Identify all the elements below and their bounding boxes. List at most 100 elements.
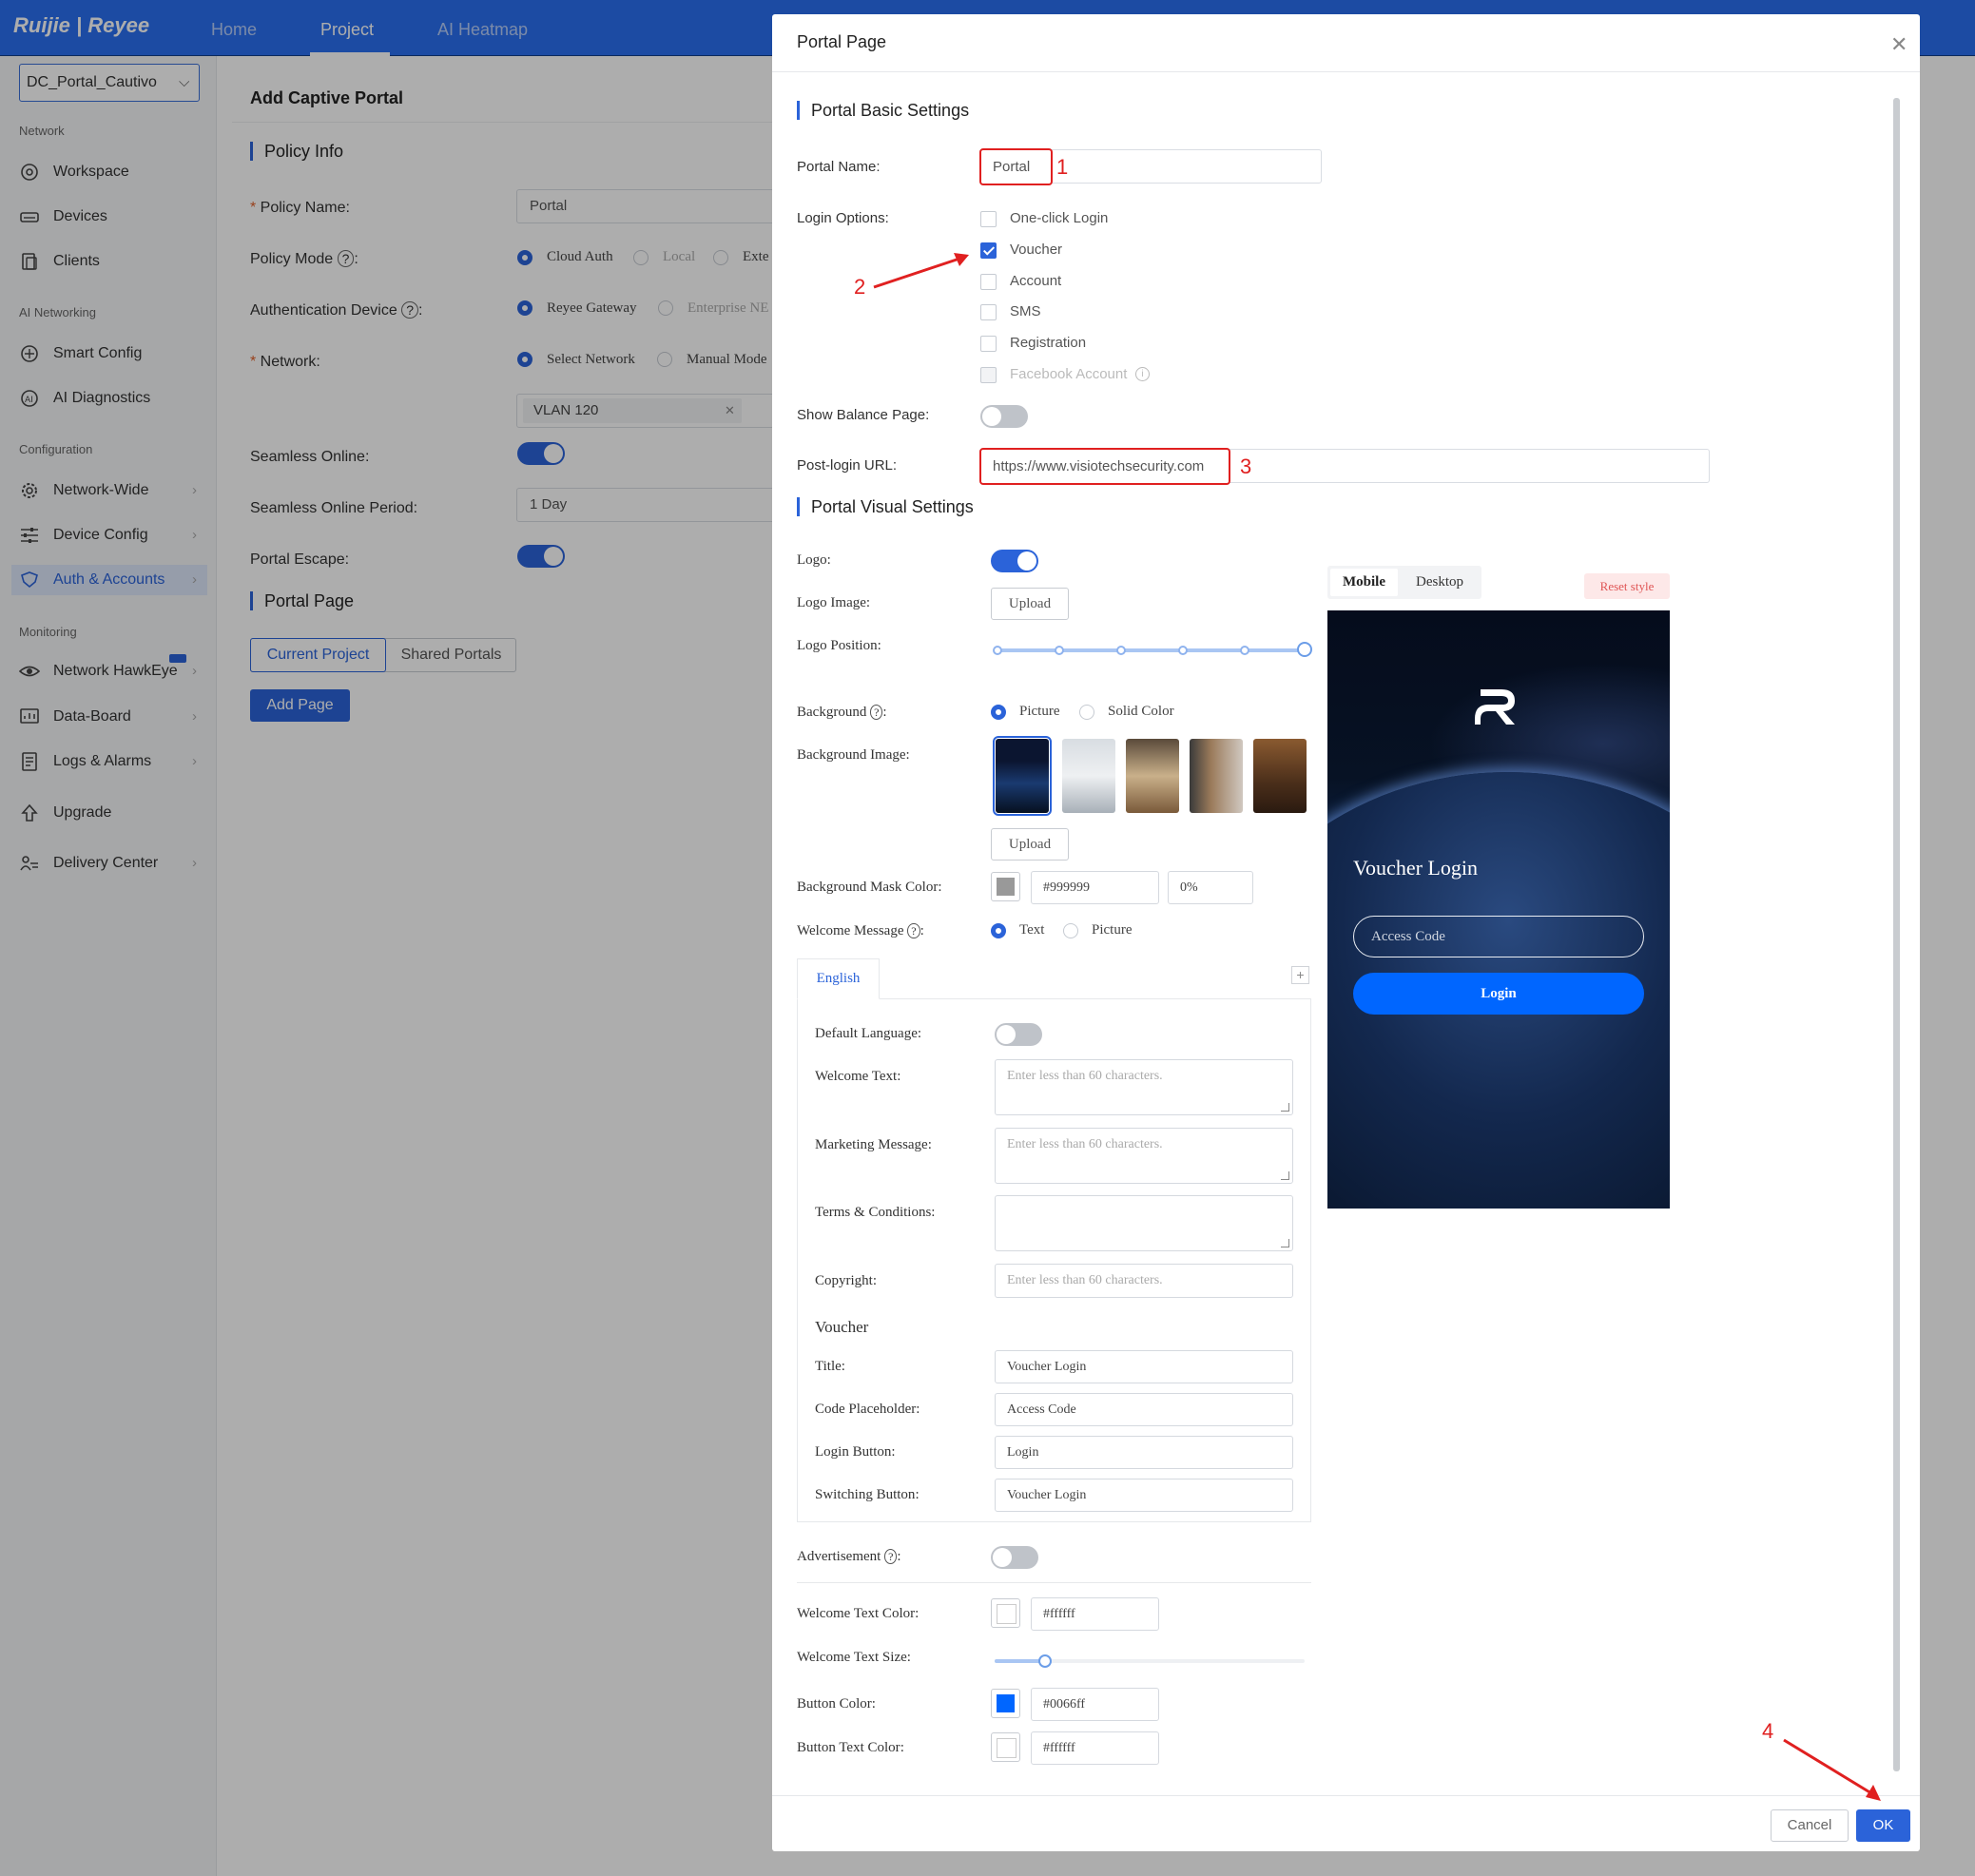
login-button-input[interactable]: Login [995,1436,1293,1469]
switching-button-input[interactable]: Voucher Login [995,1479,1293,1512]
mask-color-input[interactable]: #999999 [1031,871,1159,904]
background-upload-button[interactable]: Upload [991,828,1069,861]
slider-handle[interactable] [1038,1654,1052,1668]
radio-label: Solid Color [1108,704,1174,719]
slider-stop[interactable] [1055,646,1064,655]
divider [772,71,1920,72]
advertisement-label: Advertisement ?: [797,1549,901,1564]
logo-position-label: Logo Position: [797,638,881,653]
tab-mobile[interactable]: Mobile [1330,569,1398,596]
default-language-label: Default Language: [815,1026,922,1041]
checkbox-label: Registration [1010,335,1087,351]
preview-access-code-input[interactable]: Access Code [1353,916,1644,957]
checkbox-one-click-login[interactable] [980,211,997,227]
mask-color-swatch[interactable] [991,872,1020,901]
button-text-color-swatch[interactable] [991,1732,1020,1762]
code-placeholder-input[interactable]: Access Code [995,1393,1293,1426]
placeholder: Enter less than 60 characters. [1007,1137,1163,1151]
post-login-value[interactable]: https://www.visiotechsecurity.com [979,448,1230,485]
show-balance-label: Show Balance Page: [797,407,930,423]
checkbox-voucher[interactable] [980,242,997,259]
preview-tabs: Mobile Desktop [1327,566,1481,599]
show-balance-toggle[interactable] [980,405,1028,428]
welcome-text-color-label: Welcome Text Color: [797,1606,920,1621]
copyright-input[interactable]: Enter less than 60 characters. [995,1264,1293,1298]
code-placeholder-label: Code Placeholder: [815,1402,920,1417]
radio-text[interactable] [991,923,1006,938]
checkbox-label: Account [1010,273,1062,289]
logo-toggle[interactable] [991,550,1038,572]
background-thumbnail-lobby[interactable] [1126,739,1179,813]
login-button-label: Login Button: [815,1444,896,1460]
placeholder: Enter less than 60 characters. [1007,1273,1163,1287]
section-visual-settings: Portal Visual Settings [797,497,974,516]
divider [772,1795,1920,1796]
slider-handle[interactable] [1297,642,1312,657]
switching-button-label: Switching Button: [815,1487,920,1502]
background-thumbnail-earth[interactable] [993,736,1052,816]
ok-button[interactable]: OK [1856,1809,1910,1842]
slider-fill [995,1659,1044,1663]
annotation-arrow-icon [873,253,969,289]
preview-login-button[interactable]: Login [1353,973,1644,1015]
divider [797,1582,1311,1583]
checkbox-registration[interactable] [980,336,997,352]
cancel-button[interactable]: Cancel [1771,1809,1849,1842]
annotation-2: 2 [854,275,866,299]
terms-textarea[interactable] [995,1195,1293,1251]
button-color-input[interactable]: #0066ff [1031,1688,1159,1721]
title-label: Title: [815,1359,845,1374]
radio-picture[interactable] [991,705,1006,720]
logo-position-slider[interactable] [997,648,1305,652]
logo-label: Logo: [797,552,831,568]
default-language-toggle[interactable] [995,1023,1042,1046]
reyee-logo-icon [1475,689,1515,725]
welcome-text-textarea[interactable]: Enter less than 60 characters. [995,1059,1293,1115]
checkbox-sms[interactable] [980,304,997,320]
welcome-text-color-swatch[interactable] [991,1598,1020,1628]
close-icon[interactable]: ✕ [1890,32,1907,57]
terms-label: Terms & Conditions: [815,1205,936,1220]
tab-english[interactable]: English [797,958,880,999]
checkbox-facebook-account [980,367,997,383]
info-icon: i [1135,367,1150,381]
voucher-title-input[interactable]: Voucher Login [995,1350,1293,1383]
copyright-label: Copyright: [815,1273,878,1288]
annotation-1: 1 [1056,155,1069,179]
slider-stop[interactable] [1178,646,1188,655]
button-color-fill [997,1694,1015,1712]
marketing-label: Marketing Message: [815,1137,932,1152]
checkbox-account[interactable] [980,274,997,290]
button-text-color-input[interactable]: #ffffff [1031,1731,1159,1765]
radio-picture-message[interactable] [1063,923,1078,938]
portal-name-value[interactable]: Portal [979,148,1053,185]
background-thumbnail-meeting-room[interactable] [1062,739,1115,813]
radio-solid-color[interactable] [1079,705,1094,720]
login-options-label: Login Options: [797,210,889,226]
add-language-icon[interactable]: + [1291,966,1309,984]
tab-desktop[interactable]: Desktop [1402,569,1478,596]
logo-upload-button[interactable]: Upload [991,588,1069,620]
preview-title: Voucher Login [1353,856,1478,880]
button-text-color-label: Button Text Color: [797,1740,904,1755]
advertisement-toggle[interactable] [991,1546,1038,1569]
checkbox-label: SMS [1010,303,1041,319]
mask-color-fill [997,878,1015,896]
mask-color-label: Background Mask Color: [797,880,942,895]
marketing-textarea[interactable]: Enter less than 60 characters. [995,1128,1293,1184]
button-color-swatch[interactable] [991,1689,1020,1718]
welcome-text-color-input[interactable]: #ffffff [1031,1597,1159,1631]
welcome-text-label: Welcome Text: [815,1069,901,1084]
section-basic-settings: Portal Basic Settings [797,101,969,120]
checkbox-label: One-click Login [1010,210,1109,226]
portal-name-label: Portal Name: [797,159,881,175]
annotation-arrow-icon [1783,1738,1881,1801]
slider-stop[interactable] [1116,646,1126,655]
background-thumbnail-cafe[interactable] [1253,739,1307,813]
reset-style-button[interactable]: Reset style [1584,573,1670,599]
modal-scrollbar[interactable] [1893,98,1900,1771]
slider-stop[interactable] [993,646,1002,655]
mask-opacity-input[interactable]: 0% [1168,871,1253,904]
background-thumbnail-shop[interactable] [1190,739,1243,813]
slider-stop[interactable] [1240,646,1249,655]
